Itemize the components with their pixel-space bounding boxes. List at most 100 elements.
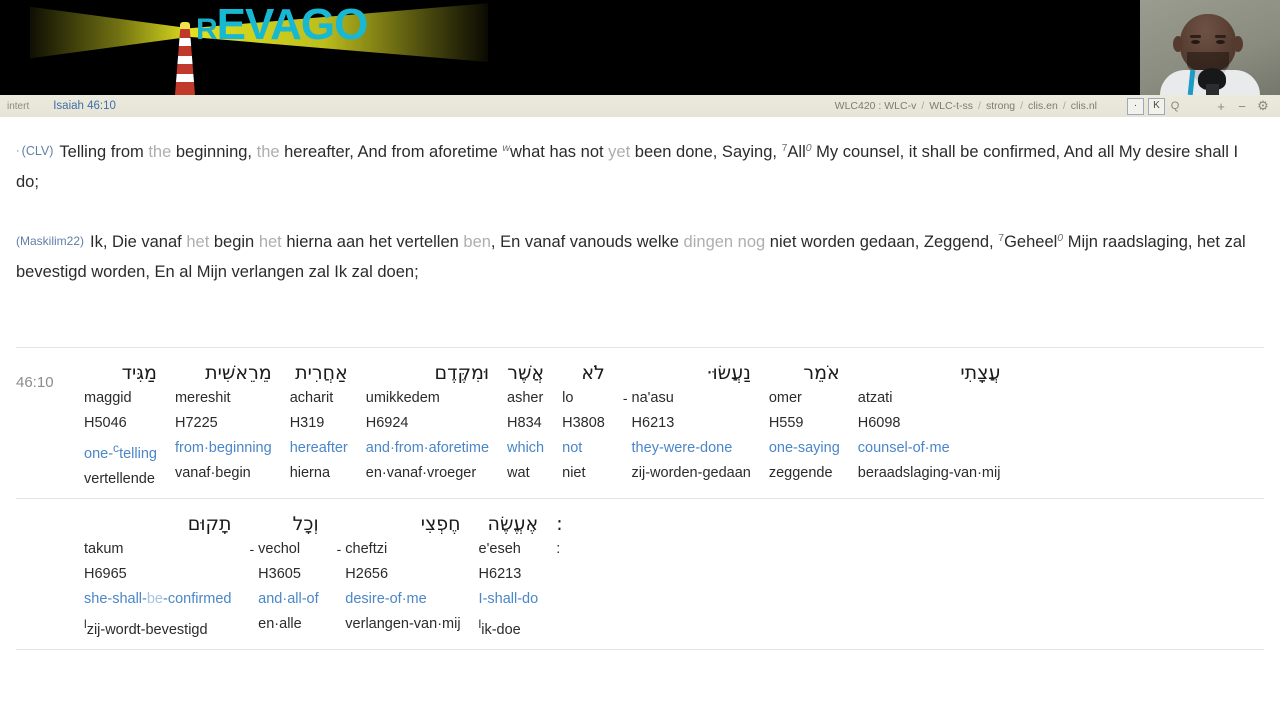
strongs-number[interactable]: H6924 (366, 411, 489, 436)
dutch-gloss: en·alle (258, 615, 302, 632)
toolbar-reference[interactable]: Isaiah 46:10 (53, 100, 116, 112)
interlinear-row: תָקוּם takum H6965 she-shall-be-confirmed lz… (16, 499, 1264, 650)
hebrew-word[interactable]: מַגִּיד (84, 360, 157, 386)
hebrew-word[interactable]: חֶפְצִי (345, 511, 461, 537)
webcam-person-ear-left (1173, 36, 1183, 52)
interlinear-word[interactable]: וּמִקֶּדֶם umikkedem H6924 and·from·aforeti… (366, 360, 489, 486)
transliteration: mereshit (174, 390, 231, 406)
webcam-person-ear-right (1233, 36, 1243, 52)
strongs-number[interactable]: H2656 (345, 562, 460, 587)
strongs-number[interactable]: H559 (769, 411, 840, 436)
transliteration: omer (768, 390, 802, 406)
page-frame-bottom (0, 716, 1280, 720)
strongs-number[interactable]: H7225 (175, 411, 272, 436)
gear-icon[interactable]: ⚙ (1254, 98, 1272, 114)
interlinear-word[interactable]: עֲצָתִי atzati H6098 counsel-of·me beraadsla… (858, 360, 1001, 486)
verse-token: het (258, 233, 282, 251)
verse-translation-tag[interactable]: (CLV) (22, 144, 54, 158)
dutch-gloss: niet (562, 465, 586, 481)
hebrew-word[interactable]: תָקוּם (84, 511, 232, 537)
lighthouse-lamp (180, 22, 190, 30)
interlinear-word[interactable]: אֲשֶׁר asher H834 which wat (507, 360, 544, 486)
dot-toggle-button[interactable]: · (1127, 97, 1144, 115)
dutch-gloss: lzij-wordt-bevestigd (84, 616, 208, 638)
interlinear-word[interactable]: אֶעֱשֶׂה e'eseh H6213 I-shall-do lik-doe (479, 511, 539, 643)
toolbar-separator: / (1020, 100, 1024, 112)
strongs-number[interactable]: H5046 (84, 411, 157, 436)
resource-link-strong[interactable]: strong (986, 100, 1015, 112)
search-icon[interactable]: Q (1167, 99, 1183, 114)
transliteration: lo (562, 390, 574, 406)
hebrew-word[interactable]: וְכָל (258, 511, 319, 537)
verse-token: vanaf (141, 233, 182, 251)
page-frame-left (0, 117, 4, 720)
hebrew-word[interactable]: עֲצָתִי (858, 360, 1000, 386)
gloss-marker: l (84, 616, 87, 631)
interlinear-word[interactable]: חֶפְצִי cheftzi H2656 desire-of·me verlangen… (345, 511, 460, 637)
verse-text: Ik, Die vanaf het begin het hierna aan h… (16, 232, 1246, 281)
transliteration: takum (84, 540, 124, 557)
hebrew-word[interactable]: נַעֲשׂוּ· (632, 360, 750, 386)
hebrew-word[interactable]: וּמִקֶּדֶם (366, 360, 490, 386)
transliteration: na'asu (631, 390, 674, 406)
dutch-gloss: lik-doe (478, 616, 521, 638)
verse-translation-tag[interactable]: (Maskilim22) (16, 234, 84, 248)
english-gloss: desire-of·me (345, 590, 427, 607)
hebrew-word[interactable]: : (556, 511, 562, 537)
verse-token: hierna aan het vertellen (281, 233, 464, 251)
app-toolbar: intert Isaiah 46:10 WLC420 : WLC-v / WLC… (0, 95, 1280, 118)
strongs-number[interactable]: H3808 (562, 411, 605, 436)
interlinear-word[interactable]: :: (556, 511, 562, 562)
verse-token: been done, Saying, (630, 143, 782, 161)
english-gloss: and·from·aforetime (365, 440, 490, 456)
hebrew-word[interactable]: אֹמֵר (769, 360, 839, 386)
transliteration: : (556, 540, 561, 557)
verse-bullet: · (16, 145, 20, 157)
webcam-person-brow-left (1190, 35, 1201, 38)
verse-token: Geheel (1004, 233, 1058, 251)
interlinear-word[interactable]: אַחֲרִית acharit H319 hereafter hierna (290, 360, 348, 486)
transliteration: atzati (857, 390, 893, 406)
interlinear-word[interactable]: לֹא lo H3808 not niet (562, 360, 605, 486)
ketiv-toggle-button[interactable]: K (1148, 97, 1165, 115)
strongs-number[interactable]: H6213 (479, 562, 539, 587)
interlinear-word[interactable]: נַעֲשׂוּ· na'asu H6213 they-were-done zij-wo… (632, 360, 751, 486)
gloss-marker: c (113, 441, 120, 455)
document-page: · (CLV) Telling from the beginning, the he… (0, 117, 1280, 720)
screen-capture: REVAGO intert Isaiah 46:10 WLC420 : WLC-… (0, 0, 1280, 720)
hebrew-word[interactable]: אַחֲרִית (290, 360, 348, 386)
word-join-dash: - (249, 540, 255, 557)
interlinear-word[interactable]: תָקוּם takum H6965 she-shall-be-confirmed lz… (84, 511, 232, 643)
strongs-number[interactable]: H6965 (84, 562, 232, 587)
verse-token: dingen nog (683, 233, 766, 251)
zoom-out-icon[interactable]: − (1233, 98, 1251, 114)
webcam-person-eye-left (1191, 40, 1200, 44)
strongs-number[interactable]: H319 (290, 411, 348, 436)
dutch-gloss: vertellende (84, 470, 155, 487)
webcam-person-brow-right (1215, 35, 1226, 38)
interlinear-word[interactable]: מֵרֵאשִׁית mereshit H7225 from·beginning van… (175, 360, 272, 486)
hebrew-word[interactable]: אֲשֶׁר (507, 360, 544, 386)
resource-link-clis-en[interactable]: clis.en (1028, 100, 1058, 112)
verse-maskilim22: (Maskilim22) Ik, Die vanaf het begin het … (16, 223, 1264, 287)
toolbar-mode-label[interactable]: intert (7, 101, 29, 112)
interlinear-word[interactable]: אֹמֵר omer H559 one-saying zeggende (769, 360, 840, 486)
resource-link-clis-nl[interactable]: clis.nl (1071, 100, 1097, 112)
resource-link-wlc420[interactable]: WLC420 : WLC-v (835, 100, 917, 112)
hebrew-word[interactable]: לֹא (562, 360, 605, 386)
english-gloss: they-were-done (631, 440, 733, 456)
resource-link-wlc-t-ss[interactable]: WLC-t-ss (929, 100, 973, 112)
strongs-number[interactable]: H834 (507, 411, 544, 436)
strongs-number[interactable]: H6213 (632, 411, 751, 436)
dutch-gloss: verlangen-van·mij (345, 615, 461, 632)
english-gloss: from·beginning (174, 440, 272, 456)
zoom-in-icon[interactable]: + (1212, 98, 1230, 114)
hebrew-word[interactable]: מֵרֵאשִׁית (175, 360, 272, 386)
hebrew-word[interactable]: אֶעֱשֶׂה (479, 511, 539, 537)
interlinear-word[interactable]: וְכָל vechol H3605 and·all-of en·alle (258, 511, 318, 637)
interlinear-word[interactable]: מַגִּיד maggid H5046 one-ctelling vertellend… (84, 360, 157, 492)
transliteration: acharit (289, 390, 334, 406)
strongs-number[interactable]: H3605 (258, 562, 318, 587)
strongs-number[interactable]: H6098 (858, 411, 1001, 436)
english-gloss: one-ctelling (84, 441, 157, 462)
